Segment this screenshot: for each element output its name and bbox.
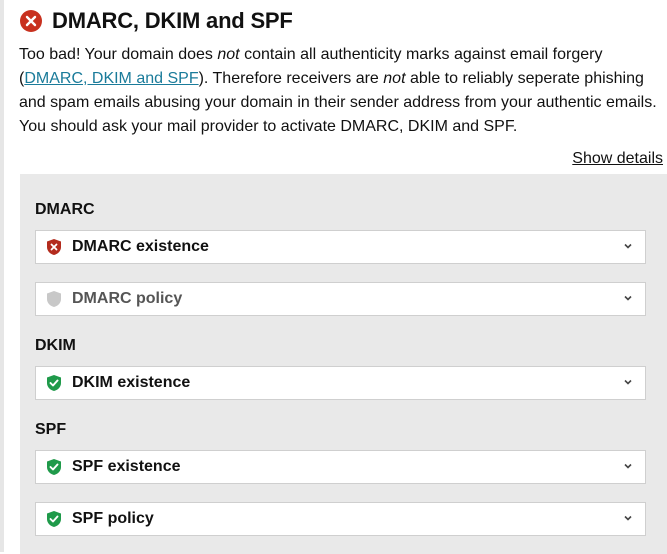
shield-x-icon: [47, 239, 61, 255]
desc-emphasis-1: not: [217, 46, 240, 63]
check-label: DMARC policy: [72, 290, 183, 307]
section-label-spf: SPF: [35, 421, 67, 438]
desc-emphasis-2: not: [383, 70, 406, 87]
desc-text-3: ). Therefore receivers are: [198, 70, 384, 87]
section-label-dmarc: DMARC: [35, 201, 95, 218]
check-label: SPF policy: [72, 510, 154, 527]
check-dkim-existence[interactable]: DKIM existence: [35, 366, 646, 400]
check-dmarc-policy[interactable]: DMARC policy: [35, 282, 646, 316]
check-spf-existence[interactable]: SPF existence: [35, 450, 646, 484]
dmarc-dkim-spf-link[interactable]: DMARC, DKIM and SPF: [24, 70, 198, 87]
chevron-down-icon: [624, 243, 632, 249]
chevron-down-icon: [624, 515, 632, 521]
show-details-link[interactable]: Show details: [572, 150, 663, 168]
check-dmarc-existence[interactable]: DMARC existence: [35, 230, 646, 264]
chevron-down-icon: [624, 379, 632, 385]
shield-check-icon: [47, 375, 61, 391]
page-title: DMARC, DKIM and SPF: [52, 8, 293, 33]
shield-check-icon: [47, 459, 61, 475]
result-description: Too bad! Your domain does not contain al…: [19, 43, 659, 139]
desc-text-1: Too bad! Your domain does: [19, 46, 218, 63]
chevron-down-icon: [624, 463, 632, 469]
check-label: DKIM existence: [72, 374, 191, 391]
details-panel: DMARC DMARC existence DMARC policy DKIM …: [20, 174, 667, 554]
result-header: DMARC, DKIM and SPF: [20, 6, 293, 36]
check-label: DMARC existence: [72, 238, 209, 255]
check-label: SPF existence: [72, 458, 181, 475]
shield-check-icon: [47, 511, 61, 527]
check-spf-policy[interactable]: SPF policy: [35, 502, 646, 536]
left-border: [0, 0, 4, 552]
chevron-down-icon: [624, 295, 632, 301]
error-x-icon: [20, 10, 42, 32]
section-label-dkim: DKIM: [35, 337, 76, 354]
shield-icon: [47, 291, 61, 307]
